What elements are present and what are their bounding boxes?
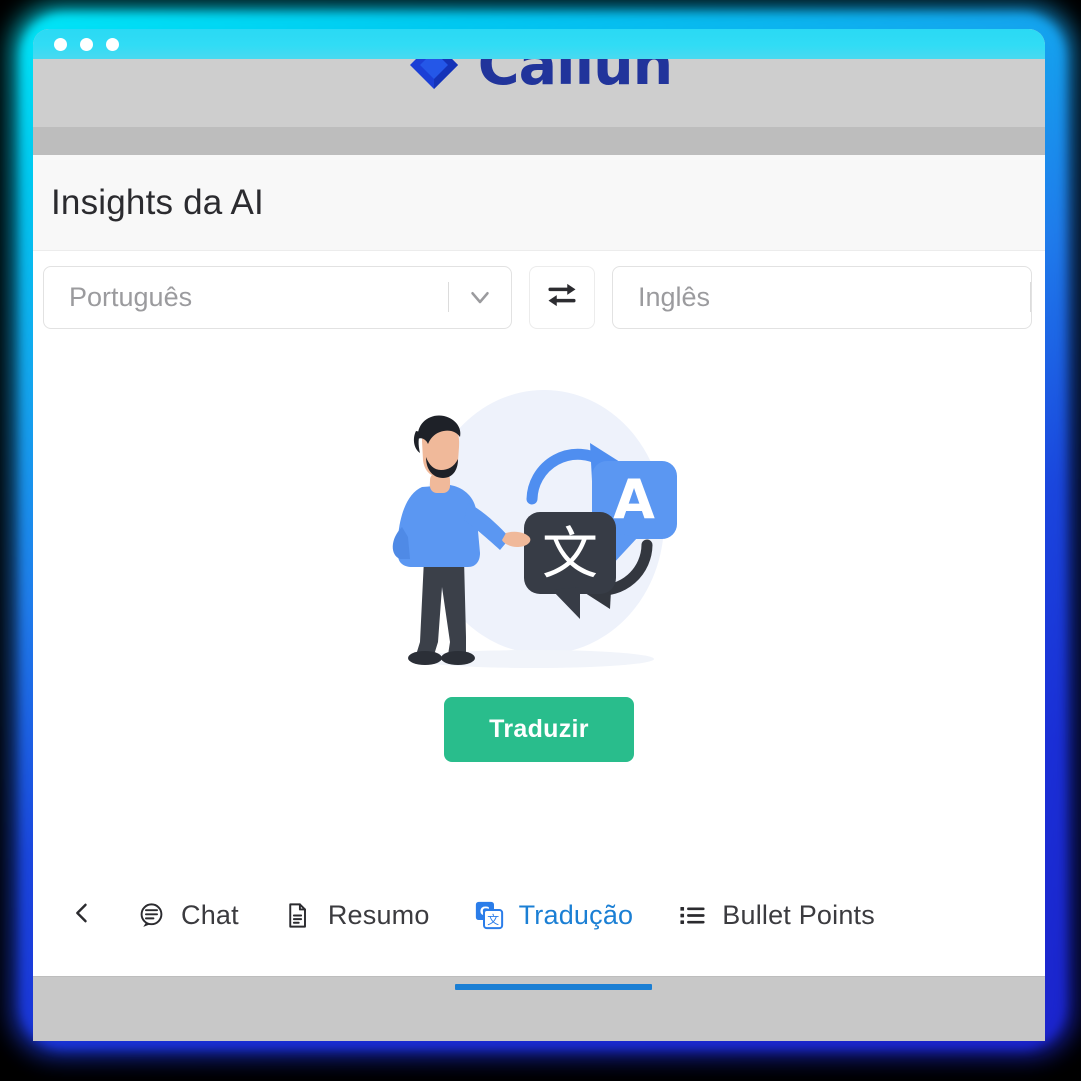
page-header: Insights da AI — [33, 155, 1045, 251]
brand-logo[interactable]: Callun — [33, 59, 1045, 105]
window-titlebar — [33, 29, 1045, 59]
svg-text:A: A — [613, 468, 655, 531]
tab-label: Resumo — [327, 899, 430, 930]
page-title: Insights da AI — [51, 182, 264, 222]
target-language-select[interactable]: Inglês — [612, 265, 1032, 329]
source-language-value: Português — [69, 281, 193, 312]
brand-name: Callun — [477, 59, 674, 98]
chevron-down-icon[interactable] — [449, 282, 511, 312]
chevron-left-icon — [68, 899, 96, 932]
target-language-value: Inglês — [638, 281, 711, 312]
source-language-select[interactable]: Português — [43, 265, 512, 329]
tab-label: Chat — [181, 899, 239, 930]
translate-button[interactable]: Traduzir — [444, 697, 634, 762]
tab-label: Tradução — [518, 899, 634, 930]
tab-resumo[interactable]: Resumo — [261, 887, 452, 943]
maximize-button[interactable] — [106, 37, 119, 51]
main-content-area: A 文 Traduzir — [33, 343, 1045, 872]
tab-traducao[interactable]: G 文 Tradução — [452, 887, 656, 990]
chat-bubble-icon — [136, 900, 166, 930]
minimize-button[interactable] — [80, 37, 93, 51]
google-translate-icon: G 文 — [474, 900, 504, 930]
svg-text:文: 文 — [542, 522, 598, 587]
browser-chrome: Callun — [33, 59, 1045, 155]
app-window: Callun Insights da AI Português Inglês A… — [33, 29, 1045, 1041]
translation-illustration: A 文 — [364, 387, 714, 677]
tab-active-underline — [454, 984, 653, 990]
screenshot-stage: Callun Insights da AI Português Inglês A… — [0, 0, 1081, 1081]
diamond-logo-icon — [406, 59, 462, 93]
close-button[interactable] — [54, 37, 67, 51]
swap-languages-button[interactable] — [529, 265, 595, 329]
tab-bullet-points[interactable]: Bullet Points — [655, 887, 897, 943]
language-selector-bar: Português Inglês — [33, 251, 1045, 343]
bottom-tab-bar: Chat Resumo G — [33, 872, 1045, 990]
tab-scroll-back-button[interactable] — [50, 887, 114, 943]
swap-horizontal-icon — [544, 277, 580, 318]
tab-label: Bullet Points — [722, 899, 875, 930]
select-divider — [1030, 282, 1031, 312]
document-icon — [283, 900, 313, 930]
list-bullets-icon — [677, 900, 707, 930]
tab-chat[interactable]: Chat — [114, 887, 261, 943]
svg-text:文: 文 — [487, 913, 499, 927]
